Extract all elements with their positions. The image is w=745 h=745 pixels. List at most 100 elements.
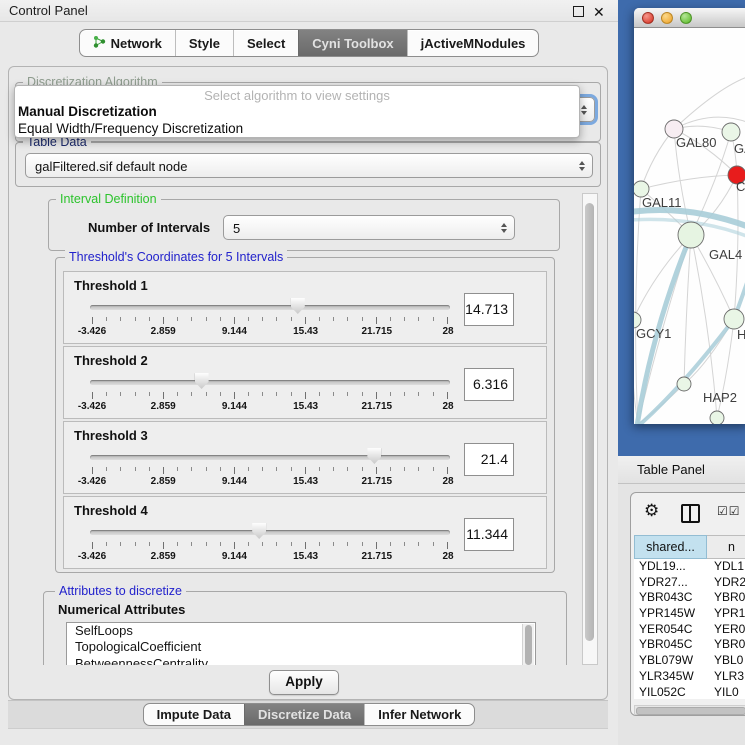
slider-tick [433, 542, 434, 546]
threshold-slider-track[interactable] [90, 305, 450, 310]
table-hscrollbar-thumb[interactable] [636, 707, 745, 715]
network-node[interactable] [677, 377, 691, 391]
slider-tick [220, 542, 221, 546]
network-window-titlebar[interactable] [634, 8, 745, 28]
slider-tick [220, 317, 221, 321]
settings-scrollbar-thumb[interactable] [585, 203, 594, 641]
columns-icon[interactable] [681, 504, 700, 523]
float-icon[interactable] [573, 6, 584, 17]
table-panel-titlebar: Table Panel [618, 456, 745, 484]
cell-name: YBR0 [707, 590, 745, 606]
table-row[interactable]: YPR145WYPR1 [634, 606, 745, 622]
threshold-slider-thumb[interactable] [252, 523, 266, 539]
slider-tick [163, 542, 164, 549]
threshold-slider-track[interactable] [90, 530, 450, 535]
threshold-slider-thumb[interactable] [367, 448, 381, 464]
slider-tick [319, 542, 320, 546]
threshold-value-field[interactable]: 14.713 [464, 293, 514, 326]
dropdown-option[interactable]: Equal Width/Frequency Discretization [15, 121, 579, 138]
threshold-value-field[interactable]: 21.4 [464, 443, 514, 476]
slider-tick-label: 15.43 [293, 326, 318, 337]
slider-tick [319, 392, 320, 396]
tab-jactivemnodules[interactable]: jActiveMNodules [407, 30, 539, 56]
table-row[interactable]: YIL052CYIL0 [634, 685, 745, 700]
slider-tick [149, 392, 150, 396]
slider-tick [262, 542, 263, 546]
network-node[interactable] [722, 123, 740, 141]
bottom-tab-infer-network[interactable]: Infer Network [364, 704, 474, 725]
tab-select[interactable]: Select [233, 30, 298, 56]
table-horizontal-scrollbar[interactable] [634, 705, 745, 715]
combo-stepper-icon[interactable] [581, 98, 587, 121]
slider-tick-label: 2.859 [151, 326, 176, 337]
combo-stepper-icon[interactable] [501, 216, 507, 239]
number-of-intervals-combobox[interactable]: 5 [223, 215, 515, 240]
slider-tick [305, 467, 306, 474]
network-node[interactable] [678, 222, 704, 248]
slider-tick-label: 9.144 [222, 551, 247, 562]
tab-network[interactable]: Network [80, 30, 175, 56]
settings-vertical-scrollbar[interactable] [582, 193, 598, 665]
close-light-icon[interactable] [642, 12, 654, 24]
dropdown-option[interactable]: Manual Discretization [15, 104, 579, 121]
table-row[interactable]: YDR27...YDR2 [634, 575, 745, 591]
slider-tick-label: 2.859 [151, 401, 176, 412]
cell-shared-name: YDL19... [634, 559, 707, 575]
table-row[interactable]: YBR043CYBR0 [634, 590, 745, 606]
table-row[interactable]: YDL19...YDL1 [634, 559, 745, 575]
slider-tick [333, 317, 334, 321]
network-node[interactable] [724, 309, 744, 329]
gear-icon[interactable]: ⚙ [644, 501, 659, 521]
network-view-window[interactable]: GAL80GACGAL11GAL4GCY1HHAP2 [634, 8, 745, 424]
network-edge [641, 129, 674, 189]
slider-tick [418, 392, 419, 396]
bottom-tab-discretize-data[interactable]: Discretize Data [244, 704, 364, 725]
threshold-slider-thumb[interactable] [291, 298, 305, 314]
threshold-slider-track[interactable] [90, 455, 450, 460]
slider-tick-label: 15.43 [293, 401, 318, 412]
network-node[interactable] [710, 411, 724, 424]
slider-tick-label: 15.43 [293, 551, 318, 562]
attribute-list-item[interactable]: BetweennessCentrality [67, 656, 535, 665]
checkbox-icons[interactable]: ☑☑ [717, 504, 741, 518]
apply-button[interactable]: Apply [269, 670, 339, 695]
numerical-attributes-list[interactable]: SelfLoopsTopologicalCoefficientBetweenne… [66, 622, 536, 665]
threshold-row: Threshold 1-3.4262.8599.14415.4321.71528… [63, 271, 547, 344]
network-canvas[interactable]: GAL80GACGAL11GAL4GCY1HHAP2 [634, 28, 745, 424]
cell-shared-name: YER054C [634, 622, 707, 638]
node-table-header: shared... n [634, 535, 745, 559]
table-row[interactable]: YBR045CYBR0 [634, 637, 745, 653]
zoom-light-icon[interactable] [680, 12, 692, 24]
slider-tick [106, 317, 107, 321]
threshold-slider-thumb[interactable] [195, 373, 209, 389]
slider-tick-label: 15.43 [293, 476, 318, 487]
attribute-list-item[interactable]: SelfLoops [67, 623, 535, 639]
slider-tick [333, 392, 334, 396]
slider-tick [163, 317, 164, 324]
combo-stepper-icon[interactable] [579, 154, 585, 177]
threshold-slider-track[interactable] [90, 380, 450, 385]
bottom-tab-impute-data[interactable]: Impute Data [144, 704, 244, 725]
slider-tick [220, 467, 221, 471]
table-row[interactable]: YER054CYER0 [634, 622, 745, 638]
attributes-scrollbar-thumb[interactable] [525, 625, 532, 665]
column-header-shared-name[interactable]: shared... [634, 535, 707, 559]
threshold-label: Threshold 4 [74, 503, 148, 518]
minimize-light-icon[interactable] [661, 12, 673, 24]
network-node-label: H [737, 327, 745, 342]
threshold-value-field[interactable]: 11.344 [464, 518, 514, 551]
close-icon[interactable]: ✕ [593, 1, 605, 23]
tab-cyni-toolbox[interactable]: Cyni Toolbox [298, 30, 406, 56]
table-data-combobox[interactable]: galFiltered.sif default node [25, 153, 593, 178]
threshold-value-field[interactable]: 6.316 [464, 368, 514, 401]
slider-tick [376, 392, 377, 399]
slider-tick-label: -3.426 [78, 476, 106, 487]
thresholds-group-title: Threshold's Coordinates for 5 Intervals [65, 250, 287, 264]
slider-tick [291, 317, 292, 321]
table-row[interactable]: YLR345WYLR3 [634, 669, 745, 685]
tab-style[interactable]: Style [175, 30, 233, 56]
table-row[interactable]: YBL079WYBL0 [634, 653, 745, 669]
attributes-list-scrollbar[interactable] [522, 624, 534, 665]
attribute-list-item[interactable]: TopologicalCoefficient [67, 639, 535, 655]
column-header-name[interactable]: n [707, 535, 745, 559]
